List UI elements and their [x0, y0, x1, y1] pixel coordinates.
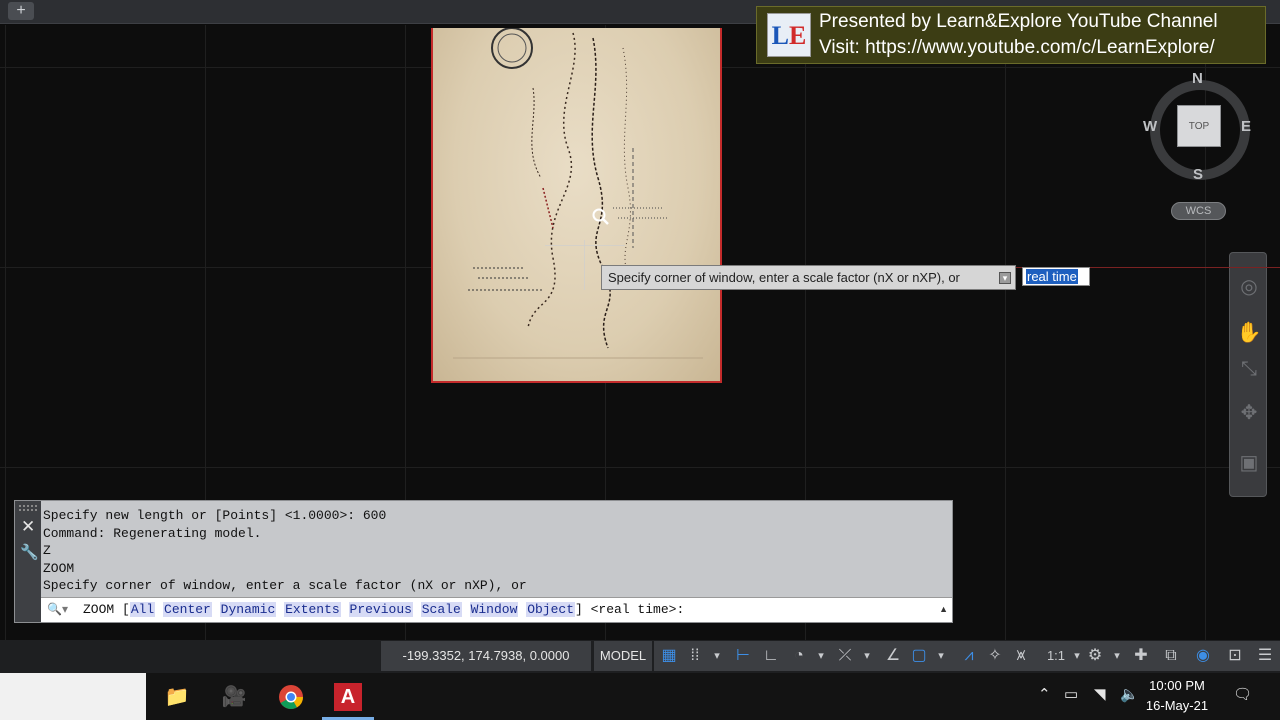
windows-taskbar: 📁 🎥 A ⌃ ▭ ◥ 🔈 10:00 PM 16-May-21 🗨 [0, 673, 1280, 720]
history-line: Command: Regenerating model. [43, 525, 262, 541]
model-space-button[interactable]: MODEL [594, 641, 652, 671]
object-snap-icon[interactable]: ▢ [908, 644, 930, 668]
isolate-objects-icon[interactable]: ◉ [1192, 644, 1214, 668]
option-all[interactable]: All [129, 602, 156, 617]
pan-hand-icon[interactable]: ✋ [1235, 319, 1263, 347]
grid-icon[interactable]: ▦ [658, 644, 680, 668]
folder-icon[interactable]: 📁 [159, 679, 195, 715]
dynamic-input-options-arrow-icon[interactable]: ▾ [999, 272, 1011, 284]
annotation-visibility-icon[interactable]: ⩘ [958, 644, 980, 668]
grip-icon[interactable] [19, 505, 37, 511]
history-line: Specify new length or [Points] <1.0000>:… [43, 508, 387, 523]
showmotion-icon[interactable]: ▣ [1235, 449, 1263, 477]
zoom-magnifier-cursor-icon [592, 208, 609, 225]
status-bar: -199.3352, 174.7938, 0.0000 MODEL ▦ ⁞⁞ ▾… [0, 640, 1280, 673]
navigation-bar: ◎ ✋ ⤡ ✥ ▣ [1229, 252, 1267, 497]
object-snap-tracking-icon[interactable]: ∠ [882, 644, 904, 668]
units-icon[interactable]: ⧉ [1160, 644, 1182, 668]
compass-east[interactable]: E [1241, 118, 1251, 135]
command-line-window: ✕ 🔧 Specify new length or [Points] <1.00… [14, 500, 953, 623]
history-line: Specify corner of window, enter a scale … [43, 578, 527, 593]
chrome-icon[interactable] [273, 679, 309, 715]
screen: + LE Presented by Learn&Explore YouTube … [0, 0, 1280, 720]
channel-logo: LE [767, 13, 811, 57]
notifications-icon[interactable]: 🗨 [1233, 685, 1252, 703]
history-line: ZOOM [43, 560, 75, 576]
new-tab-button[interactable]: + [8, 2, 34, 20]
clean-screen-icon[interactable]: ⊡ [1224, 644, 1246, 668]
option-previous[interactable]: Previous [348, 602, 413, 617]
viewcube-top-face[interactable]: TOP [1177, 105, 1221, 147]
command-name: ZOOM [83, 602, 115, 617]
banner-url: Visit: https://www.youtube.com/c/LearnEx… [819, 37, 1215, 58]
steering-wheel-icon[interactable]: ◎ [1235, 273, 1263, 301]
channel-banner: LE Presented by Learn&Explore YouTube Ch… [756, 6, 1266, 64]
ortho-icon[interactable]: ∟ [760, 644, 782, 668]
chevron-down-icon[interactable]: ▾ [814, 644, 828, 668]
snap-icon[interactable]: ⁞⁞ [684, 644, 706, 668]
battery-icon[interactable]: ▭ [1064, 685, 1078, 703]
chevron-down-icon[interactable]: ▾ [1110, 644, 1124, 668]
option-center[interactable]: Center [163, 602, 212, 617]
option-scale[interactable]: Scale [420, 602, 462, 617]
chevron-down-icon[interactable]: ▾ [710, 644, 724, 668]
clock-date[interactable]: 16-May-21 [1140, 698, 1214, 713]
annotation-scale-icon[interactable]: ⩙ [1010, 644, 1032, 668]
command-default: <real time>: [590, 602, 685, 617]
dynamic-input-value: real time [1026, 269, 1078, 284]
orbit-icon[interactable]: ✥ [1235, 399, 1263, 427]
zoom-command-icon[interactable]: 🔍▾ [47, 602, 75, 618]
chevron-up-icon[interactable]: ⌃ [1038, 685, 1051, 703]
auto-scale-icon[interactable]: ✧ [984, 644, 1006, 668]
customize-wrench-icon[interactable]: 🔧 [20, 543, 39, 561]
command-history: Specify new length or [Points] <1.0000>:… [43, 507, 527, 595]
chevron-down-icon[interactable]: ▾ [860, 644, 874, 668]
polar-tracking-icon[interactable]: ◔ [788, 644, 810, 668]
option-window[interactable]: Window [469, 602, 519, 617]
option-extents[interactable]: Extents [284, 602, 341, 617]
customization-menu-icon[interactable]: ☰ [1254, 644, 1276, 668]
dynamic-input-prompt: Specify corner of window, enter a scale … [601, 265, 1016, 290]
annotation-monitor-icon[interactable]: ✚ [1130, 644, 1152, 668]
command-input[interactable]: 🔍▾ ZOOM [All Center Dynamic Extents Prev… [41, 597, 952, 622]
viewcube[interactable]: N S W E TOP [1140, 70, 1258, 190]
banner-title: Presented by Learn&Explore YouTube Chann… [819, 11, 1218, 32]
coordinate-display[interactable]: -199.3352, 174.7938, 0.0000 [381, 641, 592, 671]
clock-time[interactable]: 10:00 PM [1140, 678, 1214, 693]
recent-commands-arrow-icon[interactable]: ▲ [939, 604, 948, 614]
map-drawing [453, 28, 703, 359]
command-prompt-line: ZOOM [All Center Dynamic Extents Previou… [83, 602, 685, 617]
volume-icon[interactable]: 🔈 [1120, 685, 1139, 703]
autocad-icon[interactable]: A [330, 679, 366, 715]
compass-north[interactable]: N [1192, 70, 1203, 87]
dynamic-input-field[interactable]: real time [1022, 267, 1090, 286]
chevron-down-icon[interactable]: ▾ [934, 644, 948, 668]
workspace-gear-icon[interactable]: ⚙ [1084, 644, 1106, 668]
ucs-menu-button[interactable]: WCS [1171, 202, 1226, 220]
chevron-down-icon[interactable]: ▾ [1070, 644, 1084, 668]
camera-icon[interactable]: 🎥 [216, 679, 252, 715]
option-dynamic[interactable]: Dynamic [219, 602, 277, 617]
annotation-scale-value[interactable]: 1:1 [1038, 644, 1074, 668]
zoom-extents-icon[interactable]: ⤡ [1235, 355, 1263, 383]
compass-west[interactable]: W [1143, 118, 1157, 135]
crosshair-vertical [584, 240, 585, 290]
isodraft-icon[interactable]: ⤫ [834, 644, 856, 668]
close-icon[interactable]: ✕ [21, 517, 35, 537]
taskbar-search-box[interactable] [0, 673, 146, 720]
scanned-map-image[interactable] [431, 28, 722, 383]
status-toolbar: ▦ ⁞⁞ ▾ ⊢ ∟ ◔ ▾ ⤫ ▾ ∠ ▢ ▾ ⩘ ✧ ⩙ 1:1 ▾ ⚙ ▾… [654, 641, 1280, 671]
compass-south[interactable]: S [1193, 166, 1203, 183]
dynamic-input-prompt-text: Specify corner of window, enter a scale … [608, 270, 960, 285]
option-object[interactable]: Object [526, 602, 576, 617]
dynamic-input-icon[interactable]: ⊢ [732, 644, 754, 668]
crosshair-horizontal [545, 245, 625, 246]
history-line: Z [43, 543, 51, 558]
command-line-handle[interactable]: ✕ 🔧 [15, 501, 41, 622]
wifi-icon[interactable]: ◥ [1094, 685, 1106, 703]
